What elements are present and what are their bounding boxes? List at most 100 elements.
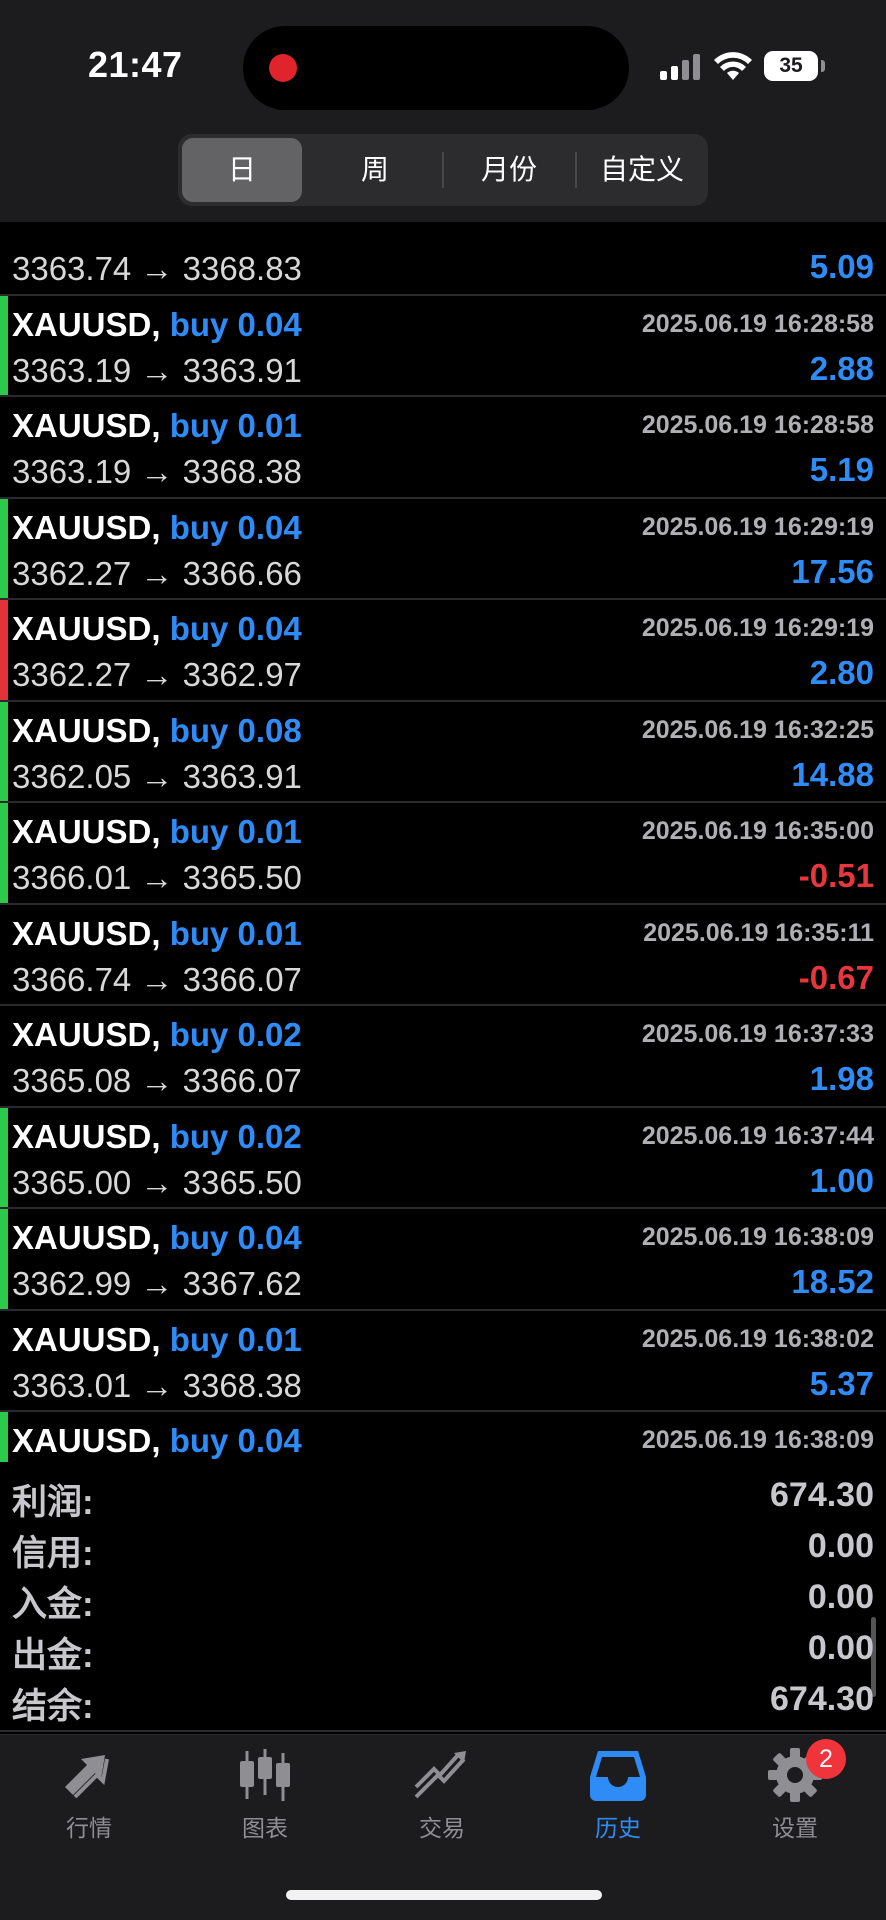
trade-profit: 2.80 — [809, 654, 874, 691]
summary-label: 利润: — [12, 1483, 94, 1522]
summary-row: 结余: 674.30 — [0, 1674, 886, 1726]
trade-row[interactable]: XAUUSD, buy 0.04 3362.27 → 3366.66 2025.06… — [0, 498, 886, 600]
trade-type: buy 0.04 — [169, 1219, 302, 1256]
trade-symbol: XAUUSD, buy 0.04 — [12, 610, 302, 648]
trade-type: buy 0.04 — [169, 1422, 302, 1459]
trade-prices: 3362.05 → 3363.91 — [12, 757, 302, 795]
trade-symbol: XAUUSD, buy 0.08 — [12, 712, 302, 750]
trade-row[interactable]: XAUUSD, buy 0.08 3362.05 → 3363.91 2025.06… — [0, 701, 886, 803]
trade-symbol: XAUUSD, buy 0.04 — [12, 306, 302, 344]
trade-symbol-name: XAUUSD, — [12, 813, 161, 850]
trade-prices: 3365.00 → 3365.50 — [12, 1163, 302, 1201]
trade-time: 2025.06.19 16:38:09 — [641, 1223, 874, 1251]
trade-symbol-name: XAUUSD, — [12, 407, 161, 444]
trade-status-bar — [0, 1209, 8, 1309]
trade-type: buy 0.08 — [169, 711, 302, 749]
trade-symbol: XAUUSD, buy 0.02 — [12, 1118, 302, 1156]
status-bar: 21:47 35 — [0, 0, 886, 132]
trade-profit: 5.19 — [809, 451, 874, 488]
trade-profit: -0.67 — [798, 958, 874, 996]
tab-history[interactable]: 历史 — [553, 1747, 683, 1857]
trade-profit: 5.37 — [809, 1364, 874, 1402]
trade-prices: 3362.27 → 3366.66 — [12, 554, 302, 592]
trade-row[interactable]: XAUUSD, buy 0.04 3362.27 → 3362.97 2025.06… — [0, 600, 886, 702]
recording-indicator-icon — [269, 54, 297, 82]
segment-custom[interactable]: 自定义 — [579, 138, 705, 202]
trade-status-bar — [0, 1412, 8, 1462]
tab-chart[interactable]: 图表 — [200, 1747, 330, 1857]
trade-profit: 17.56 — [791, 552, 874, 590]
summary-label: 出金: — [12, 1636, 94, 1675]
trade-prices: 3362.99 → 3367.62 — [12, 1265, 302, 1302]
trade-prices: 3363.19 → 3368.38 — [12, 453, 302, 490]
summary-label: 入金: — [12, 1585, 94, 1624]
settings-badge: 2 — [806, 1739, 846, 1779]
tab-trade[interactable]: 交易 — [377, 1747, 507, 1857]
segment-week[interactable]: 周 — [312, 138, 438, 202]
trade-row[interactable]: XAUUSD, buy 0.02 3365.08 → 3366.07 2025.06… — [0, 1006, 886, 1108]
segment-month[interactable]: 月份 — [446, 138, 572, 202]
tab-trade-label: 交易 — [419, 1815, 465, 1841]
summary-label: 信用: — [12, 1534, 94, 1573]
tab-quotes[interactable]: 行情 — [24, 1747, 154, 1857]
summary-value: 674.30 — [770, 1476, 874, 1514]
trade-time: 2025.06.19 16:29:19 — [641, 614, 874, 642]
trade-type: buy 0.01 — [169, 407, 302, 444]
trade-profit: 1.98 — [809, 1060, 874, 1097]
trade-symbol: XAUUSD, buy 0.01 — [12, 407, 302, 445]
trade-symbol-name: XAUUSD, — [12, 914, 161, 952]
trade-symbol-name: XAUUSD, — [12, 1117, 161, 1155]
chart-icon — [240, 1749, 290, 1801]
tab-settings-label: 设置 — [772, 1815, 818, 1841]
trade-row[interactable]: XAUUSD, buy 0.043362.99 → 3365.502025.06… — [0, 1412, 886, 1462]
trade-row[interactable]: XAUUSD, buy 0.04 3363.19 → 3363.91 2025.06… — [0, 295, 886, 397]
trade-row[interactable]: XAUUSD, buy 0.01 3366.01 → 3365.50 2025.06… — [0, 803, 886, 905]
trade-profit: 5.09 — [809, 248, 874, 285]
battery-icon: 35 — [764, 51, 818, 81]
wifi-icon — [714, 52, 752, 80]
trade-time: 2025.06.19 16:38:09 — [641, 1426, 874, 1454]
trade-icon — [414, 1751, 466, 1799]
trade-profit: 2.88 — [809, 349, 874, 387]
trade-profit: 1.00 — [809, 1161, 874, 1199]
dynamic-island — [243, 26, 629, 110]
history-icon — [590, 1751, 646, 1801]
trade-row[interactable]: XAUUSD, buy 0.01 3366.74 → 3366.07 2025.06… — [0, 905, 886, 1006]
trade-row[interactable]: XAUUSD, buy 0.01 3363.01 → 3368.38 2025.06… — [0, 1311, 886, 1412]
trade-type: buy 0.01 — [169, 914, 302, 952]
tab-chart-label: 图表 — [242, 1815, 288, 1841]
trade-symbol: XAUUSD, buy 0.01 — [12, 813, 302, 851]
trade-row[interactable]: XAUUSD, buy 0.02 3365.00 → 3365.50 2025.06… — [0, 1107, 886, 1209]
summary-row: 利润: 674.30 — [0, 1470, 886, 1522]
trade-status-bar — [0, 295, 8, 395]
trade-row[interactable]: XAUUSD, buy 0.04 3362.99 → 3367.62 2025.06… — [0, 1209, 886, 1311]
battery-tip — [821, 60, 825, 72]
trade-status-bar — [0, 600, 8, 700]
trade-row[interactable]: XAUUSD, buy 0.01 3363.19 → 3368.38 2025.06… — [0, 397, 886, 499]
trade-history-list[interactable]: 3363.74 → 3368.83 5.09 XAUUSD, buy 0.04 3… — [0, 222, 886, 1462]
screen: 21:47 35 日 周 月份 自定义 3363.74 → 3368.83 5.… — [0, 0, 886, 1920]
summary-row: 信用: 0.00 — [0, 1521, 886, 1573]
trade-row-partial[interactable]: 3363.74 → 3368.83 5.09 — [0, 222, 886, 296]
trade-status-bar — [0, 397, 8, 497]
trade-symbol: XAUUSD, buy 0.04 — [12, 509, 302, 547]
segment-divider — [442, 152, 444, 188]
trade-prices: 3362.27 → 3362.97 — [12, 656, 302, 693]
trade-symbol: XAUUSD, buy 0.02 — [12, 1016, 302, 1054]
trade-time: 2025.06.19 16:35:11 — [643, 918, 874, 947]
trade-time: 2025.06.19 16:28:58 — [641, 411, 874, 439]
trade-profit: -0.51 — [798, 857, 874, 894]
trade-time: 2025.06.19 16:37:33 — [641, 1020, 874, 1048]
trade-time: 2025.06.19 16:38:02 — [641, 1324, 874, 1353]
summary-row: 出金: 0.00 — [0, 1623, 886, 1675]
trade-symbol-name: XAUUSD, — [12, 305, 161, 343]
trade-prices: 3365.08 → 3366.07 — [12, 1062, 302, 1099]
home-indicator[interactable] — [286, 1890, 602, 1900]
trade-symbol-name: XAUUSD, — [12, 1320, 161, 1358]
trade-prices: 3363.19 → 3363.91 — [12, 351, 302, 389]
tab-settings[interactable]: 设置 2 — [730, 1739, 860, 1857]
trade-profit: 18.52 — [791, 1263, 874, 1300]
summary-value: 0.00 — [807, 1578, 874, 1616]
trade-type: buy 0.04 — [169, 508, 302, 546]
segment-day[interactable]: 日 — [182, 138, 302, 202]
